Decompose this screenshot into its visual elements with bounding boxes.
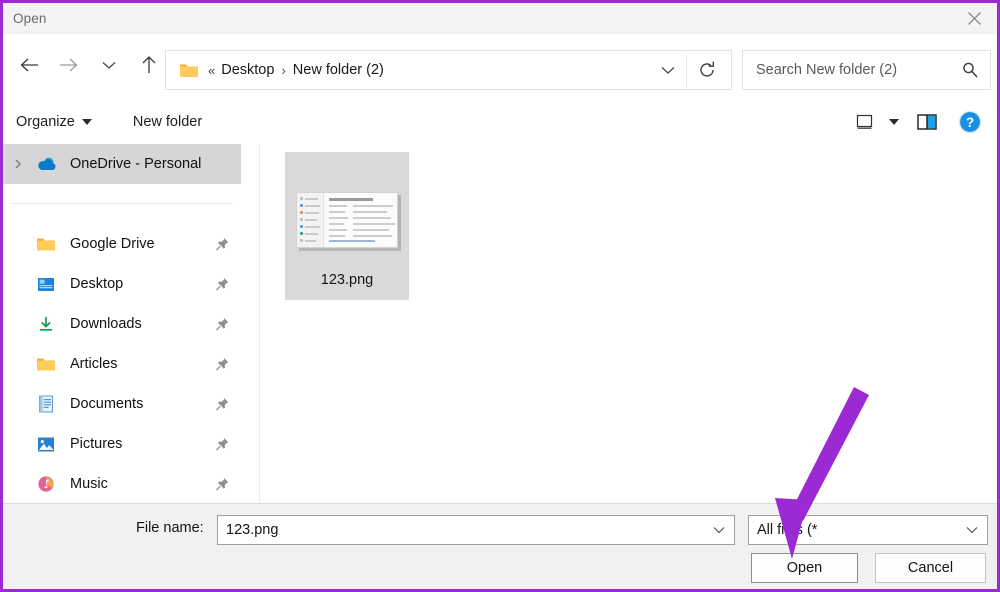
file-type-value: All files (* [757,522,818,538]
sidebar-item-onedrive[interactable]: OneDrive - Personal [3,144,241,184]
expander-placeholder [3,224,33,264]
svg-text:?: ? [966,115,974,130]
close-icon[interactable] [951,3,997,34]
search-placeholder: Search New folder (2) [756,62,898,78]
onedrive-cloud-icon [33,144,59,184]
organize-label: Organize [16,114,75,130]
window-title: Open [13,11,47,26]
sidebar-item-label: Music [70,476,108,492]
preview-pane-icon[interactable] [907,106,947,138]
file-name-field-label: File name: [136,520,204,536]
recent-locations-icon[interactable] [89,45,129,85]
pin-icon[interactable] [215,277,230,292]
pin-icon[interactable] [215,357,230,372]
file-name-value: 123.png [226,522,279,538]
documents-icon [33,384,59,424]
expander-placeholder [3,464,33,503]
music-icon [33,464,59,503]
folder-icon [33,224,59,264]
sidebar-item-label: OneDrive - Personal [70,156,202,172]
new-folder-label: New folder [132,114,203,130]
help-button[interactable]: ? [951,106,989,138]
view-mode-caret-icon[interactable] [881,106,907,138]
file-name-input[interactable]: 123.png [217,515,735,545]
chevron-down-icon[interactable] [652,51,684,89]
downloads-icon [33,304,59,344]
caret-down-icon [81,119,92,125]
sidebar-item-pictures[interactable]: Pictures [3,424,255,464]
pin-icon[interactable] [215,237,230,252]
up-icon[interactable] [129,45,169,85]
sidebar-item-label: Downloads [70,316,142,332]
view-mode-icon[interactable] [847,106,881,138]
organize-button[interactable]: Organize [16,107,92,137]
open-button[interactable]: Open [751,553,858,583]
sidebar-scrollbar[interactable] [246,144,255,503]
search-input[interactable]: Search New folder (2) [742,50,991,90]
back-icon[interactable] [9,45,49,85]
sidebar-divider [11,203,233,204]
sidebar-item-downloads[interactable]: Downloads [3,304,255,344]
folder-icon [33,344,59,384]
sidebar-item-label: Desktop [70,276,124,292]
expander-placeholder [3,304,33,344]
address-bar[interactable]: « Desktop › New folder (2) [165,50,732,90]
breadcrumb: « Desktop › New folder (2) [206,62,384,78]
open-button-label: Open [786,560,823,576]
file-type-dropdown[interactable]: All files (* [748,515,988,545]
cancel-button[interactable]: Cancel [875,553,986,583]
new-folder-button[interactable]: New folder [133,107,202,137]
pin-icon[interactable] [215,437,230,452]
expander-placeholder [3,384,33,424]
title-bar: Open [3,3,997,34]
sidebar-item-label: Documents [70,396,144,412]
pin-icon[interactable] [215,397,230,412]
forward-icon[interactable] [49,45,89,85]
sidebar-item-label: Google Drive [70,236,155,252]
pictures-icon [33,424,59,464]
list-item[interactable]: 123.png [285,152,409,300]
chevron-right-icon[interactable] [3,144,33,184]
desktop-icon [33,264,59,304]
chevron-down-icon[interactable] [712,525,726,535]
dialog-body: OneDrive - Personal Google Drive Desktop… [3,144,997,503]
expander-placeholder [3,424,33,464]
breadcrumb-overflow[interactable]: « [208,63,215,78]
sidebar-item-music[interactable]: Music [3,464,255,503]
sidebar-item-label: Pictures [70,436,123,452]
breadcrumb-separator: › [281,62,286,78]
breadcrumb-item-current[interactable]: New folder (2) [293,62,384,78]
file-list[interactable]: 123.png [260,144,997,503]
cancel-button-label: Cancel [907,560,954,576]
chevron-down-icon[interactable] [965,525,979,535]
sidebar-item-desktop[interactable]: Desktop [3,264,255,304]
sidebar-item-label: Articles [70,356,118,372]
refresh-icon[interactable] [687,51,727,89]
view-controls: ? [847,100,989,144]
image-thumbnail [291,168,403,264]
expander-placeholder [3,344,33,384]
breadcrumb-item-desktop[interactable]: Desktop [221,62,274,78]
sidebar-item-articles[interactable]: Articles [3,344,255,384]
pin-icon[interactable] [215,477,230,492]
sidebar-item-google-drive[interactable]: Google Drive [3,224,255,264]
folder-icon [180,64,198,77]
pin-icon[interactable] [215,317,230,332]
open-file-dialog: Open « Desktop › New folder (2) Search N… [0,0,1000,592]
command-bar: Organize New folder ? [3,100,997,144]
search-icon[interactable] [960,60,980,80]
navigation-pane: OneDrive - Personal Google Drive Desktop… [3,144,255,503]
sidebar-item-documents[interactable]: Documents [3,384,255,424]
expander-placeholder [3,264,33,304]
file-name-label: 123.png [320,272,374,288]
